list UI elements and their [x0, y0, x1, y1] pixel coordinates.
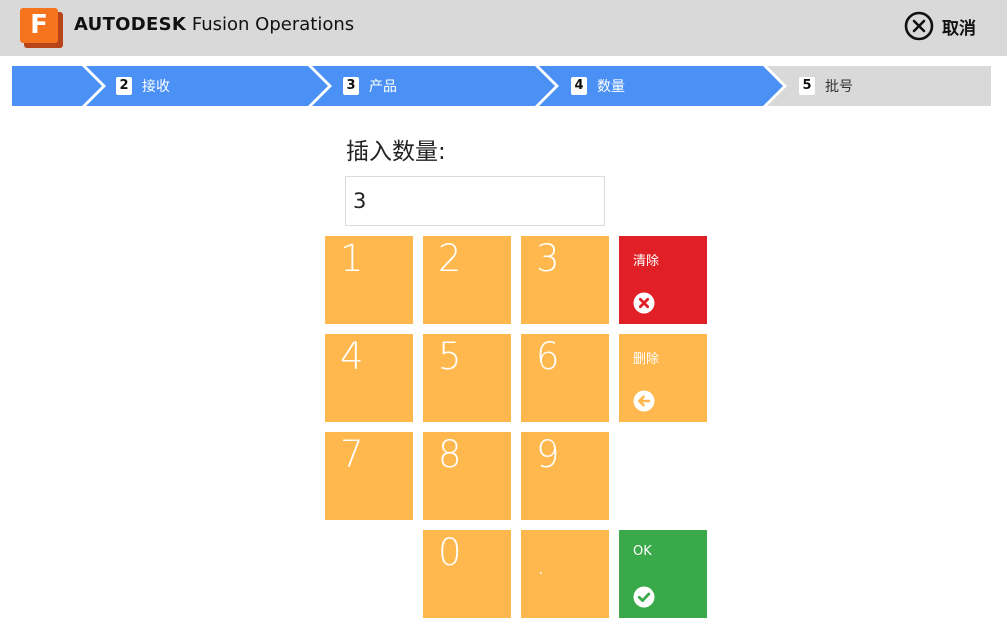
- quantity-prompt: 插入数量:: [346, 139, 446, 165]
- product-name: Fusion Operations: [191, 14, 355, 35]
- key-digit: 1: [340, 237, 364, 280]
- step-number: 5: [799, 77, 815, 95]
- key-3[interactable]: 3: [521, 236, 609, 324]
- key-4[interactable]: 4: [325, 334, 413, 422]
- key-7[interactable]: 7: [325, 432, 413, 520]
- step-label: 批号: [825, 79, 853, 95]
- step-number: 4: [571, 77, 587, 95]
- brand-name: AUTODESK: [74, 14, 187, 35]
- key-decimal[interactable]: .: [521, 530, 609, 618]
- key-digit: 6: [536, 335, 560, 378]
- arrow-left-circle-icon: [633, 390, 655, 412]
- step-label: 产品: [369, 79, 397, 95]
- key-5[interactable]: 5: [423, 334, 511, 422]
- key-digit: 2: [438, 237, 462, 280]
- key-digit: 0: [438, 531, 462, 574]
- fusion-logo: F: [20, 8, 63, 48]
- step-label: 数量: [597, 79, 625, 95]
- step-number: 3: [343, 77, 359, 95]
- close-circle-icon: [904, 11, 934, 41]
- quantity-input[interactable]: [345, 176, 605, 226]
- step-product[interactable]: 3 产品: [343, 66, 397, 106]
- key-digit: 5: [438, 335, 462, 378]
- clear-x-icon: [633, 292, 655, 314]
- key-2[interactable]: 2: [423, 236, 511, 324]
- clear-button[interactable]: 清除: [619, 236, 707, 324]
- key-9[interactable]: 9: [521, 432, 609, 520]
- delete-label: 删除: [633, 352, 660, 367]
- key-8[interactable]: 8: [423, 432, 511, 520]
- check-circle-icon: [633, 586, 655, 608]
- key-digit: 9: [536, 433, 560, 476]
- key-digit: 7: [340, 433, 364, 476]
- step-number: 2: [116, 77, 132, 95]
- key-digit: 4: [340, 335, 364, 378]
- step-label: 接收: [142, 79, 170, 95]
- app-title: AUTODESK Fusion Operations: [74, 14, 354, 35]
- key-digit: 8: [438, 433, 462, 476]
- delete-button[interactable]: 删除: [619, 334, 707, 422]
- step-batch[interactable]: 5 批号: [799, 66, 853, 106]
- cancel-label: 取消: [942, 18, 976, 39]
- step-1-chevron[interactable]: [12, 66, 102, 106]
- step-breadcrumb: 2 接收 3 产品 4 数量 5 批号: [12, 66, 991, 106]
- cancel-button[interactable]: 取消: [904, 10, 976, 42]
- ok-button[interactable]: OK: [619, 530, 707, 618]
- key-digit: .: [536, 547, 546, 582]
- app-header: F AUTODESK Fusion Operations 取消: [0, 0, 1007, 56]
- key-1[interactable]: 1: [325, 236, 413, 324]
- key-digit: 3: [536, 237, 560, 280]
- step-receive[interactable]: 2 接收: [116, 66, 170, 106]
- step-quantity[interactable]: 4 数量: [571, 66, 625, 106]
- key-0[interactable]: 0: [423, 530, 511, 618]
- clear-label: 清除: [633, 254, 660, 269]
- key-6[interactable]: 6: [521, 334, 609, 422]
- ok-label: OK: [633, 544, 652, 559]
